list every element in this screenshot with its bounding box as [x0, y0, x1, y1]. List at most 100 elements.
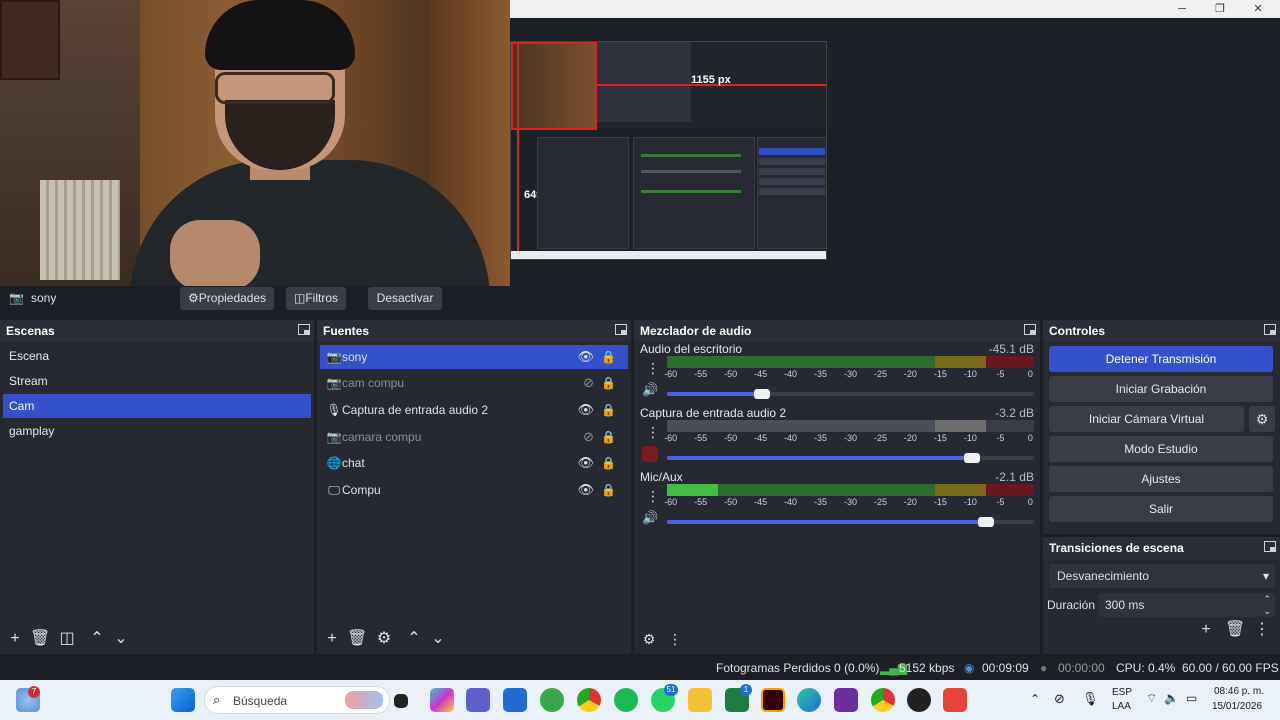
eye-hidden-icon[interactable]: ⊘: [583, 425, 594, 449]
language-top[interactable]: ESP: [1112, 687, 1132, 698]
kebab-menu-icon[interactable]: ⋮: [666, 630, 684, 648]
undock-icon[interactable]: [1264, 324, 1276, 335]
file-explorer-icon[interactable]: [688, 688, 712, 712]
volume-slider[interactable]: [667, 389, 1034, 399]
chevron-down-icon[interactable]: ⌄: [112, 630, 130, 648]
lock-icon[interactable]: 🔒: [601, 371, 616, 395]
kebab-menu-icon[interactable]: ⋮: [646, 424, 660, 441]
studio-mode-button[interactable]: Modo Estudio: [1049, 436, 1273, 462]
record-dot-icon: ●: [1040, 661, 1048, 675]
store-icon[interactable]: [503, 688, 527, 712]
edge-icon[interactable]: [797, 688, 821, 712]
scene-item-selected[interactable]: Cam: [3, 394, 311, 418]
eye-hidden-icon[interactable]: ⊘: [583, 371, 594, 395]
chevron-down-icon[interactable]: ⌄: [429, 630, 447, 648]
scene-item[interactable]: gamplay: [3, 419, 311, 443]
teams-icon[interactable]: [466, 688, 490, 712]
obs-icon[interactable]: [907, 688, 931, 712]
bitrate: 5152 kbps: [899, 661, 955, 675]
source-item[interactable]: 📷 camara compu ⊘ 🔒: [320, 425, 628, 449]
settings-button[interactable]: Ajustes: [1049, 466, 1273, 492]
undock-icon[interactable]: [1024, 324, 1036, 335]
volume-slider[interactable]: [667, 453, 1034, 463]
status-bar: Fotogramas Perdidos 0 (0.0%) ▂▄▆ 5152 kb…: [0, 656, 1280, 680]
volume-slider-handle[interactable]: [978, 517, 995, 527]
network-off-icon[interactable]: ⊘: [1054, 691, 1065, 707]
close-icon[interactable]: ✕: [1248, 2, 1268, 16]
undock-icon[interactable]: [615, 324, 627, 335]
spin-arrows-icon[interactable]: ⌃ ⌄: [1263, 593, 1271, 617]
lock-icon[interactable]: 🔒: [601, 345, 616, 369]
taskbar-search[interactable]: ⌕ Búsqueda: [204, 686, 390, 714]
virtual-camera-settings-gear-icon[interactable]: ⚙: [1249, 406, 1275, 432]
speaker-icon[interactable]: 🔊: [642, 510, 658, 526]
money-app-icon[interactable]: [540, 688, 564, 712]
app-n-icon[interactable]: [943, 688, 967, 712]
undock-icon[interactable]: [1264, 541, 1276, 552]
chevron-up-icon[interactable]: ⌃: [405, 630, 423, 648]
trash-icon[interactable]: 🗑: [347, 630, 367, 648]
volume-slider[interactable]: [667, 517, 1034, 527]
trash-icon[interactable]: 🗑: [30, 630, 50, 648]
kebab-menu-icon[interactable]: ⋮: [646, 488, 660, 505]
illustrator-icon[interactable]: [761, 688, 785, 712]
kebab-menu-icon[interactable]: ⋮: [646, 360, 660, 377]
lock-icon[interactable]: 🔒: [601, 478, 616, 502]
trash-icon[interactable]: 🗑: [1225, 621, 1245, 639]
volume-slider-handle[interactable]: [754, 389, 771, 399]
speaker-icon[interactable]: 🔊: [642, 382, 658, 398]
duration-spinbox[interactable]: 300 ms ⌃ ⌄: [1099, 593, 1275, 617]
stop-stream-button[interactable]: Detener Transmisión: [1049, 346, 1273, 372]
speaker-muted-icon[interactable]: [642, 446, 658, 462]
chrome-icon[interactable]: [577, 688, 601, 712]
gear-icon[interactable]: ⚙: [375, 630, 393, 648]
source-item[interactable]: 🎙 Captura de entrada audio 2 👁 🔒: [320, 398, 628, 422]
add-icon[interactable]: +: [1197, 621, 1215, 639]
filter-icon[interactable]: ◫: [58, 630, 76, 648]
wifi-icon[interactable]: ⌔: [1146, 691, 1157, 706]
scene-item[interactable]: Stream: [3, 369, 311, 393]
app-purple-icon[interactable]: [834, 688, 858, 712]
lock-icon[interactable]: 🔒: [601, 425, 616, 449]
properties-button[interactable]: ⚙Propiedades: [180, 287, 275, 310]
lock-icon[interactable]: 🔒: [601, 398, 616, 422]
language-bottom[interactable]: LAA: [1112, 701, 1131, 712]
battery-icon[interactable]: ▭: [1186, 691, 1197, 705]
spotify-icon[interactable]: [614, 688, 638, 712]
volume-slider-handle[interactable]: [963, 453, 980, 463]
chevron-up-icon[interactable]: ⌃: [1030, 692, 1040, 706]
lock-icon[interactable]: 🔒: [601, 451, 616, 475]
clock-time[interactable]: 08:46 p. m.: [1214, 686, 1264, 697]
eye-icon[interactable]: 👁: [577, 345, 594, 369]
transition-select[interactable]: Desvanecimiento ▾: [1049, 564, 1275, 588]
minimize-icon[interactable]: ─: [1172, 2, 1192, 16]
deactivate-button[interactable]: Desactivar: [368, 287, 442, 310]
filters-button[interactable]: ◫Filtros: [286, 287, 347, 310]
start-virtual-camera-button[interactable]: Iniciar Cámara Virtual: [1049, 406, 1244, 432]
add-icon[interactable]: +: [6, 630, 24, 648]
add-icon[interactable]: +: [323, 630, 341, 648]
clock-date[interactable]: 15/01/2026: [1212, 701, 1262, 712]
start-recording-button[interactable]: Iniciar Grabación: [1049, 376, 1273, 402]
microphone-icon[interactable]: 🎙: [1082, 691, 1099, 707]
scene-item[interactable]: Escena: [3, 344, 311, 368]
source-item[interactable]: 🖵 Compu 👁 🔒: [320, 478, 628, 502]
advanced-audio-gear-icon[interactable]: ⚙: [640, 630, 658, 648]
maximize-icon[interactable]: ❐: [1210, 2, 1230, 16]
kebab-menu-icon[interactable]: ⋮: [1253, 621, 1271, 639]
chrome-profile-icon[interactable]: [871, 688, 895, 712]
meter-segment: [667, 420, 935, 432]
source-item[interactable]: 📷 sony 👁 🔒: [320, 345, 628, 369]
task-view-icon[interactable]: [394, 694, 408, 708]
eye-icon[interactable]: 👁: [577, 478, 594, 502]
source-item[interactable]: 📷 cam compu ⊘ 🔒: [320, 371, 628, 395]
eye-icon[interactable]: 👁: [577, 451, 594, 475]
copilot-icon[interactable]: [430, 688, 454, 712]
chevron-up-icon[interactable]: ⌃: [88, 630, 106, 648]
volume-icon[interactable]: 🔈: [1164, 691, 1179, 705]
source-item[interactable]: 🌐 chat 👁 🔒: [320, 451, 628, 475]
undock-icon[interactable]: [298, 324, 310, 335]
eye-icon[interactable]: 👁: [577, 398, 594, 422]
exit-button[interactable]: Salir: [1049, 496, 1273, 522]
windows-start-icon[interactable]: [171, 688, 195, 712]
